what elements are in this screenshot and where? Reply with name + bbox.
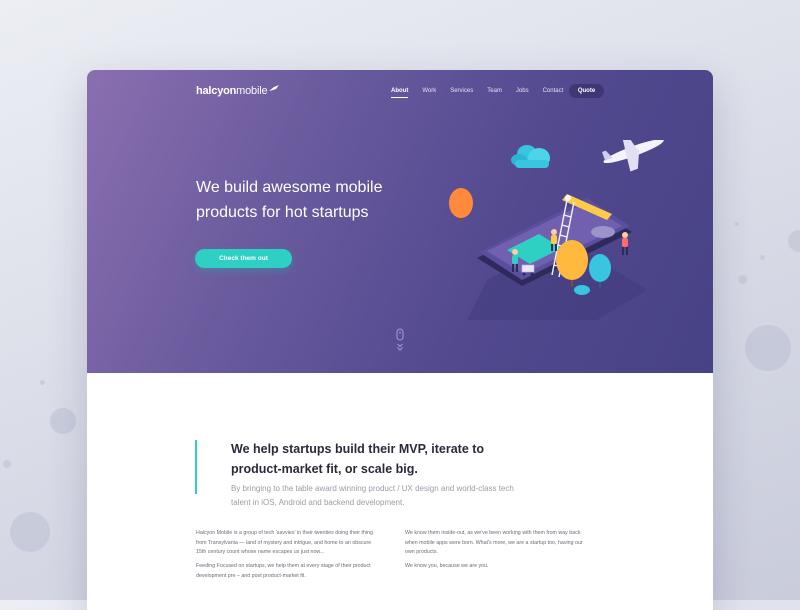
intro-title: We help startups build their MVP, iterat… bbox=[231, 439, 531, 479]
intro-subtitle: By bringing to the table award winning p… bbox=[231, 482, 571, 510]
airplane-icon bbox=[602, 140, 664, 172]
bush bbox=[574, 285, 590, 295]
screen-button bbox=[591, 226, 615, 238]
intro-subtitle-line2: talent in iOS, Android and backend devel… bbox=[231, 498, 405, 507]
left-p1-line1: Halcyon Mobile is a group of tech 'savvi… bbox=[196, 530, 373, 536]
hero-headline-line1: We build awesome mobile bbox=[196, 179, 383, 196]
cloud-icon bbox=[511, 145, 550, 168]
check-them-out-button[interactable]: Check them out bbox=[195, 249, 292, 268]
right-paragraph-2: We know you, because we are you. bbox=[405, 562, 610, 572]
intro-title-line1: We help startups build their MVP, iterat… bbox=[231, 442, 485, 456]
quote-button[interactable]: Quote bbox=[569, 84, 604, 98]
bg-bubble bbox=[738, 275, 747, 284]
mouse-scroll-icon[interactable] bbox=[396, 328, 404, 356]
left-p1-line3: 15th century count whose name escapes us… bbox=[196, 549, 325, 555]
bg-bubble bbox=[760, 255, 765, 260]
person-red-right bbox=[622, 232, 628, 255]
left-paragraph-2: Feeding Focused on startups, we help the… bbox=[196, 562, 401, 581]
left-paragraph-1: Halcyon Mobile is a group of tech 'savvi… bbox=[196, 529, 401, 558]
right-p1-line3: own products. bbox=[405, 549, 438, 555]
main-nav: About Work Services Team Jobs Contact bbox=[391, 88, 577, 98]
right-p1-line2: when mobile apps were born. What's more,… bbox=[405, 539, 583, 546]
nav-item-services[interactable]: Services bbox=[450, 88, 473, 97]
bg-bubble bbox=[745, 325, 791, 371]
bird-logo-icon bbox=[269, 84, 280, 91]
nav-item-about[interactable]: About bbox=[391, 88, 409, 98]
bg-bubble bbox=[40, 380, 45, 385]
brand-name-light: mobile bbox=[236, 85, 268, 97]
bg-bubble bbox=[10, 512, 50, 552]
nav-item-team[interactable]: Team bbox=[487, 88, 502, 97]
nav-item-contact[interactable]: Contact bbox=[543, 88, 564, 97]
left-p2-line1: Feeding Focused on startups, we help the… bbox=[196, 563, 371, 569]
hero-illustration bbox=[449, 140, 664, 320]
left-p2-line2: development pre – and post product-marke… bbox=[196, 572, 306, 579]
banner-dot bbox=[565, 195, 571, 201]
bg-bubble bbox=[788, 230, 800, 252]
bg-bubble bbox=[3, 460, 11, 468]
right-p1-line1: We know them inside-out, as we've been w… bbox=[405, 530, 581, 536]
bg-bubble bbox=[50, 408, 76, 434]
intro-title-line2: product-market fit, or scale big. bbox=[231, 462, 418, 476]
intro-subtitle-line1: By bringing to the table award winning p… bbox=[231, 484, 514, 493]
right-paragraph-1: We know them inside-out, as we've been w… bbox=[405, 529, 610, 558]
right-p2-line1: We know you, because we are you. bbox=[405, 563, 489, 569]
hero-headline-line2: products for hot startups bbox=[196, 204, 369, 221]
brand-logo[interactable]: halcyon mobile bbox=[196, 84, 280, 97]
website-card: halcyon mobile About Work Services Team J… bbox=[87, 70, 713, 610]
left-p1-line2: from Transylvania — land of mystery and … bbox=[196, 539, 372, 546]
tree-left bbox=[449, 188, 473, 222]
accent-bar bbox=[195, 440, 197, 494]
nav-item-jobs[interactable]: Jobs bbox=[516, 88, 529, 97]
nav-item-work[interactable]: Work bbox=[422, 88, 436, 97]
hero-headline: We build awesome mobile products for hot… bbox=[196, 175, 436, 225]
brand-name-bold: halcyon bbox=[196, 85, 237, 97]
chevron-down-icon bbox=[397, 343, 403, 348]
bg-bubble bbox=[735, 222, 739, 226]
hero-section: halcyon mobile About Work Services Team J… bbox=[87, 70, 713, 373]
